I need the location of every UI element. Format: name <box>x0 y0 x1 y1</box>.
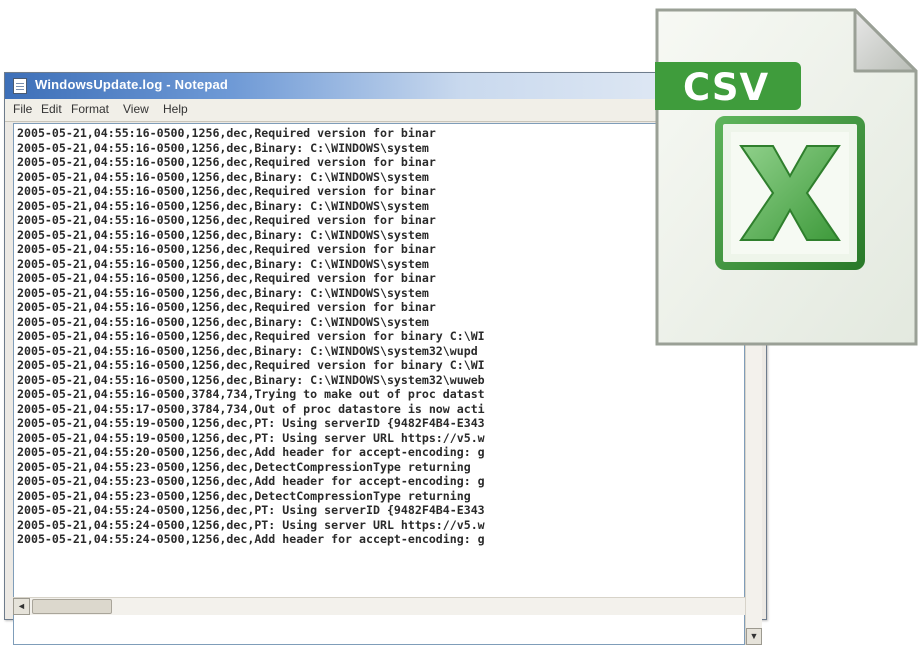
csv-label-badge: CSV <box>655 62 801 110</box>
csv-file-icon: CSV <box>655 8 918 346</box>
log-line: 2005-05-21,04:55:16-0500,1256,dec,Binary… <box>17 227 429 242</box>
log-line: 2005-05-21,04:55:23-0500,1256,dec,Detect… <box>17 459 471 474</box>
log-line: 2005-05-21,04:55:24-0500,1256,dec,PT: Us… <box>17 517 485 532</box>
log-line: 2005-05-21,04:55:16-0500,1256,dec,Binary… <box>17 198 429 213</box>
log-text: 2005-05-21,04:55:16-0500,1256,dec,Requir… <box>17 126 485 547</box>
log-line: 2005-05-21,04:55:16-0500,1256,dec,Binary… <box>17 169 429 184</box>
menu-edit[interactable]: Edit <box>41 102 62 116</box>
log-line: 2005-05-21,04:55:16-0500,3784,734,Trying… <box>17 387 485 401</box>
log-line: 2005-05-21,04:55:16-0500,1256,dec,Requir… <box>17 300 436 314</box>
menu-view[interactable]: View <box>123 102 149 116</box>
log-line: 2005-05-21,04:55:16-0500,1256,dec,Binary… <box>17 285 429 300</box>
log-line: 2005-05-21,04:55:16-0500,1256,dec,Requir… <box>17 126 436 140</box>
excel-icon <box>715 116 865 270</box>
log-line: 2005-05-21,04:55:16-0500,1256,dec,Binary… <box>17 343 478 358</box>
horizontal-scrollbar[interactable]: ◄ <box>13 597 745 615</box>
notepad-window: WindowsUpdate.log - Notepad File Edit Fo… <box>4 72 767 645</box>
log-line: 2005-05-21,04:55:16-0500,1256,dec,Requir… <box>17 155 436 169</box>
title-bar[interactable]: WindowsUpdate.log - Notepad <box>5 73 766 99</box>
log-line: 2005-05-21,04:55:24-0500,1256,dec,PT: Us… <box>17 503 485 517</box>
log-line: 2005-05-21,04:55:19-0500,1256,dec,PT: Us… <box>17 416 485 430</box>
log-line: 2005-05-21,04:55:17-0500,3784,734,Out of… <box>17 401 485 416</box>
menu-bar: File Edit Format View Help <box>5 99 766 122</box>
log-line: 2005-05-21,04:55:16-0500,1256,dec,Requir… <box>17 329 485 343</box>
menu-format[interactable]: Format <box>71 102 109 116</box>
log-line: 2005-05-21,04:55:23-0500,1256,dec,Detect… <box>17 488 471 503</box>
log-line: 2005-05-21,04:55:16-0500,1256,dec,Binary… <box>17 256 429 271</box>
window-title: WindowsUpdate.log - Notepad <box>35 77 229 92</box>
log-line: 2005-05-21,04:55:16-0500,1256,dec,Binary… <box>17 140 429 155</box>
log-line: 2005-05-21,04:55:16-0500,1256,dec,Requir… <box>17 184 436 198</box>
log-line: 2005-05-21,04:55:20-0500,1256,dec,Add he… <box>17 445 485 459</box>
csv-label: CSV <box>683 66 770 109</box>
scroll-thumb[interactable] <box>32 599 112 614</box>
log-line: 2005-05-21,04:55:16-0500,1256,dec,Requir… <box>17 242 436 256</box>
menu-help[interactable]: Help <box>163 102 188 116</box>
notepad-icon <box>13 78 27 94</box>
scroll-down-button[interactable]: ▼ <box>746 628 762 645</box>
log-line: 2005-05-21,04:55:16-0500,1256,dec,Requir… <box>17 271 436 285</box>
text-editor-area[interactable]: 2005-05-21,04:55:16-0500,1256,dec,Requir… <box>13 123 745 645</box>
menu-file[interactable]: File <box>13 102 32 116</box>
log-line: 2005-05-21,04:55:16-0500,1256,dec,Requir… <box>17 358 485 372</box>
log-line: 2005-05-21,04:55:24-0500,1256,dec,Add he… <box>17 532 485 546</box>
log-line: 2005-05-21,04:55:19-0500,1256,dec,PT: Us… <box>17 430 485 445</box>
scroll-left-button[interactable]: ◄ <box>13 598 30 615</box>
log-line: 2005-05-21,04:55:23-0500,1256,dec,Add he… <box>17 474 485 488</box>
log-line: 2005-05-21,04:55:16-0500,1256,dec,Binary… <box>17 372 485 387</box>
log-line: 2005-05-21,04:55:16-0500,1256,dec,Binary… <box>17 314 429 329</box>
log-line: 2005-05-21,04:55:16-0500,1256,dec,Requir… <box>17 213 436 227</box>
